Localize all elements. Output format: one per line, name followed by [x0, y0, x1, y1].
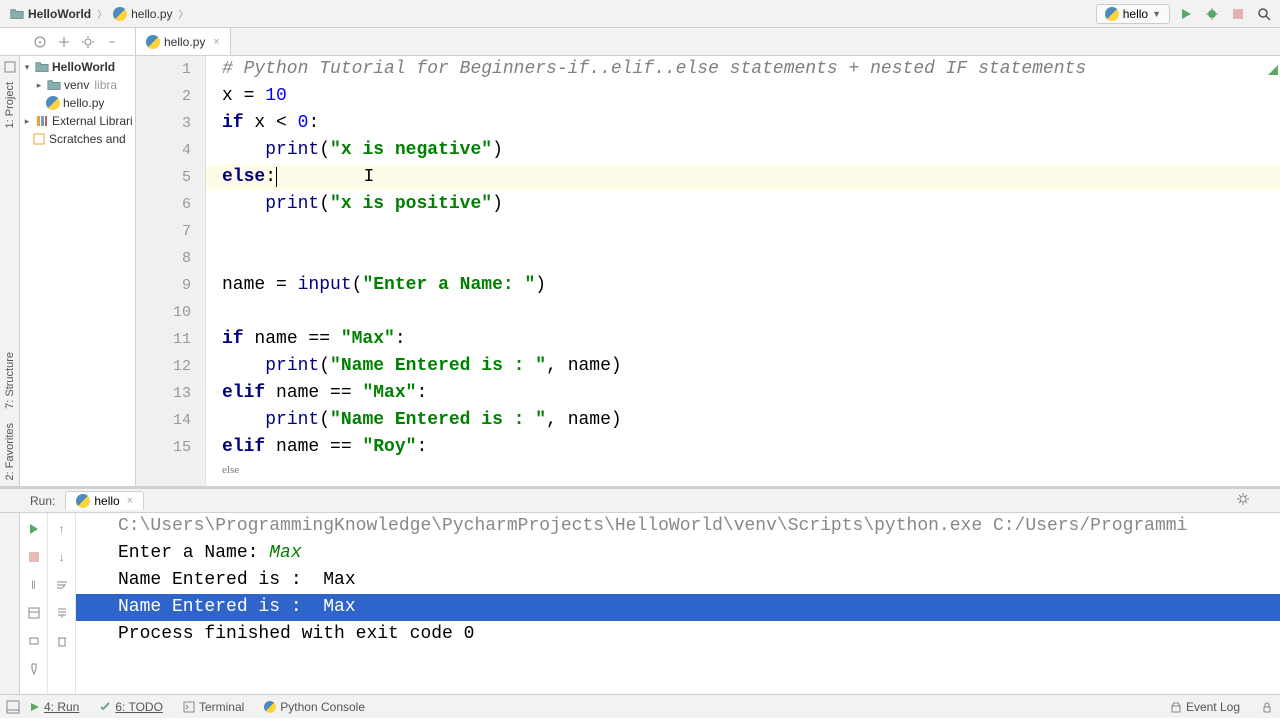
python-file-icon	[1105, 7, 1119, 21]
chevron-down-icon: ▼	[1152, 9, 1161, 19]
console-output-1: Name Entered is : Max	[76, 567, 1280, 594]
breadcrumb-project-label: HelloWorld	[28, 7, 91, 21]
run-config-selector[interactable]: hello ▼	[1096, 4, 1170, 24]
hide-icon[interactable]: −	[102, 32, 122, 52]
run-tab-hello[interactable]: hello ×	[65, 491, 144, 510]
rerun-button[interactable]	[24, 519, 44, 539]
project-view-icon[interactable]	[3, 60, 17, 74]
python-file-icon	[76, 494, 90, 508]
gear-icon[interactable]	[1236, 492, 1250, 509]
left-toolwindow-strip: 1: Project 7: Structure 2: Favorites	[0, 56, 20, 486]
favorites-tab[interactable]: 2: Favorites	[4, 417, 16, 486]
gutter: 1234 5678 9101112 131415	[136, 56, 206, 486]
breadcrumb-separator: 〉	[97, 6, 107, 21]
breadcrumb-file-label: hello.py	[131, 7, 172, 21]
run-panel: Run: hello × ‖ ↑ ↓ C:\Users\Programmin	[0, 486, 1280, 694]
run-button[interactable]	[1176, 4, 1196, 24]
run-config-label: hello	[1123, 7, 1148, 21]
inspection-indicator[interactable]	[1268, 58, 1278, 68]
trash-button[interactable]	[52, 631, 72, 651]
close-tab-icon[interactable]: ×	[213, 36, 219, 48]
terminal-toolwindow-button[interactable]: Terminal	[173, 700, 254, 714]
console-output-2-selected: Name Entered is : Max	[76, 594, 1280, 621]
structure-tab[interactable]: 7: Structure	[4, 346, 16, 415]
collapse-icon[interactable]	[54, 32, 74, 52]
run-tab-label: hello	[94, 494, 119, 508]
up-button[interactable]: ↑	[52, 519, 72, 539]
navigation-bar: HelloWorld 〉 hello.py 〉 hello ▼	[0, 0, 1280, 28]
run-header: Run: hello ×	[0, 489, 1280, 513]
tree-root-label: HelloWorld	[52, 60, 115, 74]
folder-icon	[47, 78, 61, 92]
run-tool-column-1: ‖	[20, 513, 48, 694]
console-path: C:\Users\ProgrammingKnowledge\PycharmPro…	[76, 513, 1280, 540]
editor-breadcrumb[interactable]: else	[206, 455, 255, 486]
tree-hello[interactable]: hello.py	[20, 94, 135, 112]
folder-icon	[35, 60, 49, 74]
tree-external-label: External Librari	[52, 114, 133, 128]
text-cursor	[276, 167, 277, 187]
tree-scratches[interactable]: Scratches and	[20, 130, 135, 148]
python-file-icon	[146, 35, 160, 49]
run-left-spacer	[0, 513, 20, 694]
project-tab[interactable]: 1: Project	[4, 76, 16, 134]
stop-button[interactable]	[24, 547, 44, 567]
console-output[interactable]: C:\Users\ProgrammingKnowledge\PycharmPro…	[76, 513, 1280, 694]
editor-tab-hello[interactable]: hello.py ×	[136, 28, 231, 55]
locate-icon[interactable]	[30, 32, 50, 52]
toolbar-row: − hello.py ×	[0, 28, 1280, 56]
main-area: 1: Project 7: Structure 2: Favorites ▾ H…	[0, 56, 1280, 486]
close-icon[interactable]: ×	[127, 495, 133, 507]
debug-button[interactable]	[1202, 4, 1222, 24]
expand-icon[interactable]: ▾	[22, 62, 32, 73]
layout-button[interactable]	[24, 603, 44, 623]
stop-button[interactable]	[1228, 4, 1248, 24]
code-editor[interactable]: 1234 5678 9101112 131415 # Python Tutori…	[136, 56, 1280, 486]
tree-venv[interactable]: ▸ venv libra	[20, 76, 135, 94]
python-file-icon	[264, 701, 276, 713]
tree-venv-suffix: libra	[94, 78, 117, 92]
lock-icon[interactable]	[1260, 700, 1274, 714]
breadcrumb-file[interactable]: hello.py	[109, 7, 176, 21]
folder-icon	[10, 7, 24, 21]
expand-icon[interactable]: ▸	[34, 80, 44, 91]
tree-hello-label: hello.py	[63, 96, 104, 110]
tree-venv-label: venv	[64, 78, 89, 92]
python-console-button[interactable]: Python Console	[254, 700, 375, 714]
python-file-icon	[46, 96, 60, 110]
code-area[interactable]: # Python Tutorial for Beginners-if..elif…	[206, 56, 1280, 486]
event-log-button[interactable]: Event Log	[1160, 700, 1250, 714]
breadcrumb-project[interactable]: HelloWorld	[6, 7, 95, 21]
search-button[interactable]	[1254, 4, 1274, 24]
scratch-icon	[32, 132, 46, 146]
toolwindows-icon[interactable]	[6, 700, 20, 714]
code-comment: # Python Tutorial for Beginners-if..elif…	[222, 59, 1086, 79]
library-icon	[35, 114, 49, 128]
run-panel-title: Run:	[30, 494, 55, 508]
tree-scratches-label: Scratches and	[49, 132, 126, 146]
project-tree[interactable]: ▾ HelloWorld ▸ venv libra hello.py ▸ Ext…	[20, 56, 136, 486]
project-toolbar: −	[0, 28, 136, 55]
python-file-icon	[113, 7, 127, 21]
settings-icon[interactable]	[78, 32, 98, 52]
expand-icon[interactable]: ▸	[22, 116, 32, 127]
editor-tabs: hello.py ×	[136, 28, 1280, 55]
scroll-button[interactable]	[52, 603, 72, 623]
down-button[interactable]: ↓	[52, 547, 72, 567]
run-body: ‖ ↑ ↓ C:\Users\ProgrammingKnowledge\Pych…	[0, 513, 1280, 694]
run-tool-column-2: ↑ ↓	[48, 513, 76, 694]
pin-button[interactable]	[24, 659, 44, 679]
status-bar: 4: Run 6: TODO Terminal Python Console E…	[0, 694, 1280, 718]
run-toolwindow-button[interactable]: 4: Run	[20, 700, 89, 714]
tree-root[interactable]: ▾ HelloWorld	[20, 58, 135, 76]
print-button[interactable]	[24, 631, 44, 651]
breadcrumb-separator-2: 〉	[179, 6, 189, 21]
console-exit: Process finished with exit code 0	[76, 621, 1280, 648]
wrap-button[interactable]	[52, 575, 72, 595]
pause-button[interactable]: ‖	[24, 575, 44, 595]
todo-toolwindow-button[interactable]: 6: TODO	[89, 700, 173, 714]
editor-tab-label: hello.py	[164, 35, 205, 49]
tree-external[interactable]: ▸ External Librari	[20, 112, 135, 130]
